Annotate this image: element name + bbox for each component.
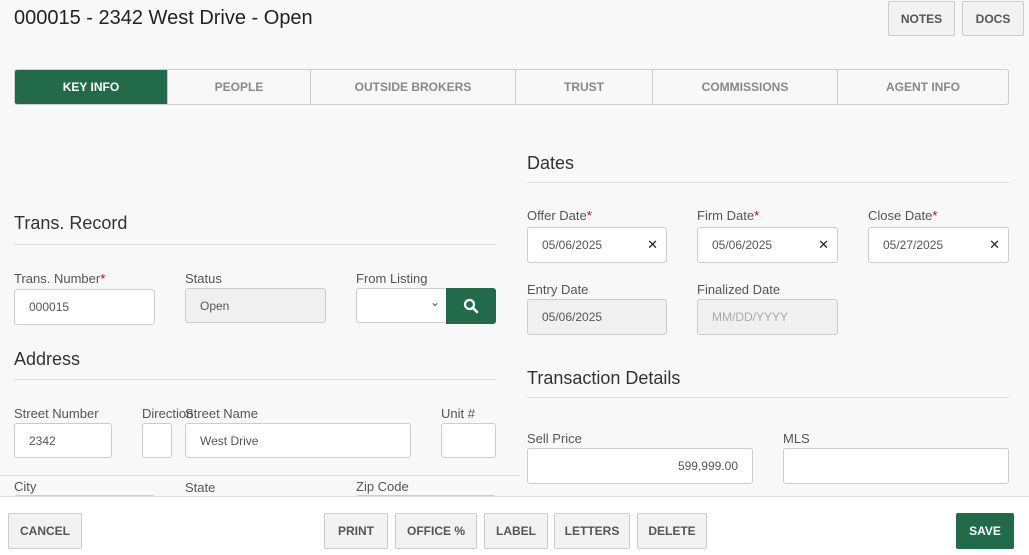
offer-date-value: 05/06/2025 bbox=[542, 238, 603, 252]
docs-button[interactable]: DOCS bbox=[962, 1, 1024, 36]
clear-icon[interactable]: ✕ bbox=[989, 237, 1000, 253]
sell-price-input[interactable]: 599,999.00 bbox=[527, 448, 753, 484]
tab-bar: KEY INFO PEOPLE OUTSIDE BROKERS TRUST CO… bbox=[14, 69, 1009, 105]
form-scroll-area: Trans. Record Trans. Number* 000015 Stat… bbox=[0, 106, 1029, 496]
close-date-value: 05/27/2025 bbox=[883, 238, 944, 252]
tab-outside-brokers[interactable]: OUTSIDE BROKERS bbox=[311, 70, 516, 104]
tab-people[interactable]: PEOPLE bbox=[168, 70, 311, 104]
footer-bar: CANCEL PRINT OFFICE % LABEL LETTERS DELE… bbox=[0, 496, 1029, 555]
firm-date-value: 05/06/2025 bbox=[712, 238, 773, 252]
finalized-date-label: Finalized Date bbox=[697, 282, 781, 297]
trans-record-heading: Trans. Record bbox=[14, 213, 128, 233]
firm-date-label: Firm Date* bbox=[697, 208, 760, 223]
unit-label: Unit # bbox=[441, 406, 475, 421]
search-listing-button[interactable] bbox=[446, 288, 496, 324]
status-label: Status bbox=[185, 271, 222, 286]
street-number-label: Street Number bbox=[14, 406, 99, 421]
city-label: City bbox=[14, 479, 37, 494]
finalized-date-placeholder: MM/DD/YYYY bbox=[712, 310, 789, 324]
from-listing-select[interactable]: ⌄ bbox=[356, 288, 447, 323]
trans-number-input[interactable]: 000015 bbox=[14, 289, 155, 325]
status-field: Open bbox=[185, 288, 326, 323]
trans-number-label: Trans. Number* bbox=[14, 271, 106, 286]
close-date-label: Close Date* bbox=[868, 208, 938, 223]
search-icon bbox=[463, 298, 479, 314]
chevron-down-icon: ⌄ bbox=[429, 295, 440, 309]
label-button[interactable]: LABEL bbox=[484, 513, 548, 549]
letters-button[interactable]: LETTERS bbox=[554, 513, 630, 549]
tab-agent-info[interactable]: AGENT INFO bbox=[838, 70, 1008, 104]
unit-input[interactable] bbox=[441, 423, 496, 458]
zip-label: Zip Code bbox=[356, 479, 409, 494]
notes-button[interactable]: NOTES bbox=[888, 1, 955, 36]
divider bbox=[14, 379, 496, 380]
direction-label: Direction bbox=[142, 406, 194, 421]
save-button[interactable]: SAVE bbox=[956, 513, 1014, 549]
mls-label: MLS bbox=[783, 431, 810, 446]
tab-key-info[interactable]: KEY INFO bbox=[15, 70, 168, 104]
offer-date-input[interactable]: 05/06/2025 ✕ bbox=[527, 227, 667, 263]
divider bbox=[527, 397, 1009, 398]
from-listing-label: From Listing bbox=[356, 271, 428, 286]
tab-trust[interactable]: TRUST bbox=[516, 70, 653, 104]
clear-icon[interactable]: ✕ bbox=[647, 237, 658, 253]
divider bbox=[0, 475, 520, 476]
address-heading: Address bbox=[14, 349, 81, 369]
divider bbox=[527, 182, 1009, 183]
divider bbox=[14, 244, 496, 245]
direction-input[interactable] bbox=[142, 423, 172, 458]
close-date-input[interactable]: 05/27/2025 ✕ bbox=[868, 227, 1009, 263]
transaction-details-heading: Transaction Details bbox=[527, 368, 681, 388]
firm-date-input[interactable]: 05/06/2025 ✕ bbox=[697, 227, 838, 263]
offer-date-label: Offer Date* bbox=[527, 208, 592, 223]
street-number-input[interactable]: 2342 bbox=[14, 423, 112, 458]
state-label: State bbox=[185, 480, 216, 495]
tab-commissions[interactable]: COMMISSIONS bbox=[653, 70, 838, 104]
entry-date-label: Entry Date bbox=[527, 282, 589, 297]
entry-date-field: 05/06/2025 bbox=[527, 299, 667, 335]
delete-button[interactable]: DELETE bbox=[637, 513, 707, 549]
mls-input[interactable] bbox=[783, 448, 1009, 484]
clear-icon[interactable]: ✕ bbox=[818, 237, 829, 253]
dates-heading: Dates bbox=[527, 153, 575, 173]
print-button[interactable]: PRINT bbox=[324, 513, 388, 549]
office-percent-button[interactable]: OFFICE % bbox=[395, 513, 477, 549]
cancel-button[interactable]: CANCEL bbox=[8, 513, 82, 549]
finalized-date-field: MM/DD/YYYY bbox=[697, 299, 838, 335]
street-name-label: Street Name bbox=[185, 406, 258, 421]
street-name-input[interactable]: West Drive bbox=[185, 423, 411, 458]
sell-price-label: Sell Price bbox=[527, 431, 582, 446]
page-title: 000015 - 2342 West Drive - Open bbox=[14, 7, 313, 29]
